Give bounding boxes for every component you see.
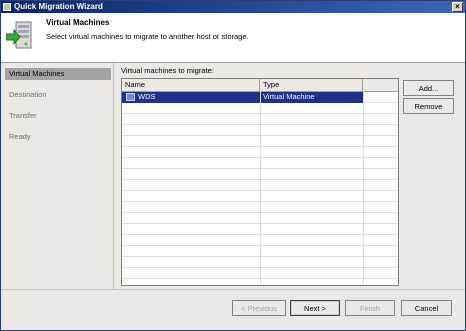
- app-icon: [3, 3, 11, 11]
- cancel-button[interactable]: Cancel: [401, 300, 452, 316]
- page-title: Virtual Machines: [46, 18, 110, 27]
- footer-divider: [1, 289, 465, 290]
- step-transfer[interactable]: Transfer: [5, 110, 111, 122]
- step-virtual-machines[interactable]: Virtual Machines: [5, 68, 111, 80]
- remove-button[interactable]: Remove: [403, 98, 454, 114]
- title-bar[interactable]: Quick Migration Wizard ×: [1, 1, 465, 13]
- column-header-type[interactable]: Type: [260, 79, 363, 91]
- wizard-window: Quick Migration Wizard × Virtual Machine…: [0, 0, 466, 331]
- step-ready[interactable]: Ready: [5, 131, 111, 143]
- column-divider: [363, 91, 364, 285]
- add-button[interactable]: Add...: [403, 80, 454, 96]
- finish-button[interactable]: Finish: [345, 300, 395, 316]
- server-migrate-icon: [6, 21, 32, 49]
- column-header-name[interactable]: Name: [122, 79, 260, 91]
- list-label: Virtual machines to migrate:: [121, 66, 214, 75]
- page-subtitle: Select virtual machines to migrate to an…: [46, 32, 249, 41]
- next-button[interactable]: Next >: [290, 300, 340, 316]
- virtual-machine-icon: [126, 93, 135, 101]
- sidebar-divider: [113, 63, 114, 289]
- cell-vm-type: Virtual Machine: [260, 92, 363, 103]
- wizard-steps-sidebar: Virtual Machines Destination Transfer Re…: [1, 63, 113, 289]
- close-button[interactable]: ×: [452, 2, 463, 12]
- wizard-header: Virtual Machines Select virtual machines…: [1, 13, 465, 63]
- previous-button[interactable]: < Previous: [232, 300, 286, 316]
- column-divider: [260, 91, 261, 285]
- step-destination[interactable]: Destination: [5, 89, 111, 101]
- column-header-filler: [363, 79, 398, 91]
- vm-list[interactable]: Name Type WDS Virtual Machine: [121, 78, 399, 286]
- window-title: Quick Migration Wizard: [14, 2, 103, 11]
- cell-vm-name: WDS: [122, 92, 260, 103]
